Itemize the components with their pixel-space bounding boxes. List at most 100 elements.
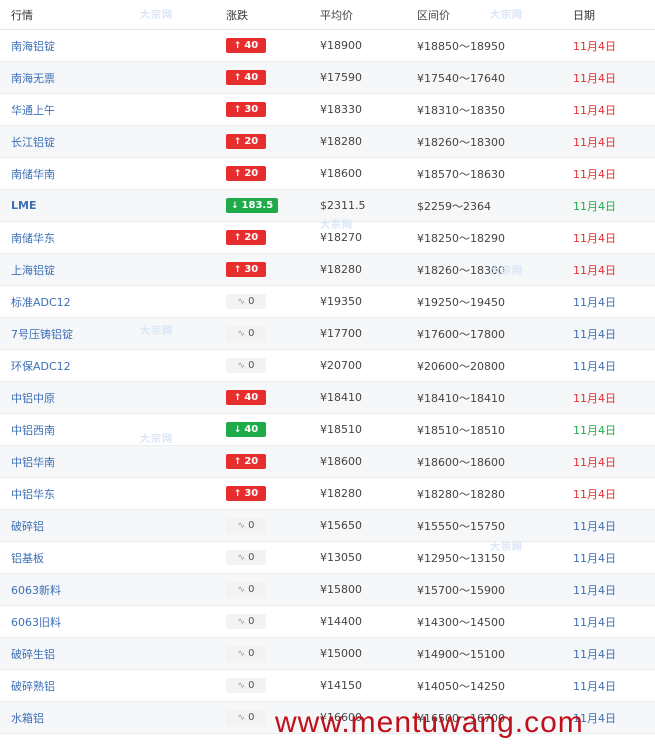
table-row: 中铝华东 ↑ 30 ¥18280 ¥18280～18280 11月4日 xyxy=(0,478,655,510)
market-name-link[interactable]: 铝基板 xyxy=(11,552,44,565)
market-name-link[interactable]: 上海铝锭 xyxy=(11,264,55,277)
market-name-link[interactable]: 南储华东 xyxy=(11,232,55,245)
flat-wave-icon: ∿ xyxy=(237,296,246,307)
change-value: 0 xyxy=(248,360,255,372)
price-range: ¥18260～18300 xyxy=(417,263,505,277)
change-value: 0 xyxy=(248,648,255,660)
market-name-link[interactable]: 华通上午 xyxy=(11,104,55,117)
market-name-link[interactable]: LME xyxy=(11,199,36,212)
price-range: ¥20600～20800 xyxy=(417,359,505,373)
date-cell: 11月4日 xyxy=(573,263,616,277)
avg-price: ¥16600 xyxy=(320,711,362,724)
market-name-link[interactable]: 中铝华南 xyxy=(11,456,55,469)
price-range: ¥18250～18290 xyxy=(417,231,505,245)
market-name-cell: 6063旧料 xyxy=(0,614,213,630)
date-cell: 11月4日 xyxy=(573,551,616,565)
table-row: 7号压铸铝锭 ∿ 0 ¥17700 ¥17600～17800 11月4日 xyxy=(0,318,655,350)
arrow-up-icon: ↑ xyxy=(233,168,242,179)
price-range: ¥16500～16700 xyxy=(417,711,505,725)
change-value: 20 xyxy=(244,456,259,468)
market-name-link[interactable]: 破碎生铝 xyxy=(11,648,55,661)
flat-wave-icon: ∿ xyxy=(237,584,246,595)
change-cell: ↓ 40 xyxy=(213,422,309,438)
market-name-cell: 中铝西南 xyxy=(0,422,213,438)
date-cell: 11月4日 xyxy=(573,231,616,245)
change-cell: ↑ 40 xyxy=(213,38,309,54)
header-name: 行情 xyxy=(11,8,33,22)
date-cell: 11月4日 xyxy=(573,103,616,117)
market-name-link[interactable]: 破碎铝 xyxy=(11,520,44,533)
change-cell: ∿ 0 xyxy=(213,646,309,662)
change-value: 0 xyxy=(248,296,255,308)
change-badge: ↑ 20 xyxy=(226,166,266,182)
date-cell: 11月4日 xyxy=(573,71,616,85)
avg-price: ¥14150 xyxy=(320,679,362,692)
date-cell: 11月4日 xyxy=(573,487,616,501)
table-row: 中铝华南 ↑ 20 ¥18600 ¥18600～18600 11月4日 xyxy=(0,446,655,478)
arrow-down-icon: ↓ xyxy=(233,424,242,435)
market-name-link[interactable]: 标准ADC12 xyxy=(11,296,71,309)
avg-price: ¥18270 xyxy=(320,231,362,244)
change-value: 0 xyxy=(248,520,255,532)
market-name-link[interactable]: 破碎熟铝 xyxy=(11,680,55,693)
flat-wave-icon: ∿ xyxy=(237,616,246,627)
change-cell: ↑ 30 xyxy=(213,262,309,278)
table-row: 破碎铝 ∿ 0 ¥15650 ¥15550～15750 11月4日 xyxy=(0,510,655,542)
market-name-cell: 水箱铝 xyxy=(0,710,213,726)
change-cell: ↑ 40 xyxy=(213,390,309,406)
change-cell: ↑ 30 xyxy=(213,102,309,118)
change-value: 30 xyxy=(244,488,259,500)
change-badge: ∿ 0 xyxy=(226,294,266,310)
change-badge: ∿ 0 xyxy=(226,358,266,374)
market-name-link[interactable]: 中铝西南 xyxy=(11,424,55,437)
change-value: 0 xyxy=(248,712,255,724)
market-name-cell: 南储华南 xyxy=(0,166,213,182)
market-name-link[interactable]: 长江铝锭 xyxy=(11,136,55,149)
change-badge: ↑ 40 xyxy=(226,38,266,54)
flat-wave-icon: ∿ xyxy=(237,712,246,723)
change-cell: ∿ 0 xyxy=(213,710,309,726)
market-name-link[interactable]: 南海铝锭 xyxy=(11,40,55,53)
price-range: ¥18510～18510 xyxy=(417,423,505,437)
market-name-link[interactable]: 中铝华东 xyxy=(11,488,55,501)
change-value: 40 xyxy=(244,424,259,436)
avg-price: ¥19350 xyxy=(320,295,362,308)
market-name-cell: 中铝华南 xyxy=(0,454,213,470)
change-badge: ↑ 40 xyxy=(226,390,266,406)
market-name-link[interactable]: 中铝中原 xyxy=(11,392,55,405)
table-row: 南储华东 ↑ 20 ¥18270 ¥18250～18290 11月4日 xyxy=(0,222,655,254)
change-cell: ∿ 0 xyxy=(213,518,309,534)
table-body: 南海铝锭 ↑ 40 ¥18900 ¥18850～18950 11月4日 南海无票 ↑ 40 ¥17… xyxy=(0,30,655,734)
arrow-up-icon: ↑ xyxy=(233,136,242,147)
market-name-link[interactable]: 7号压铸铝锭 xyxy=(11,328,73,341)
table-row: LME ↓ 183.5 $2311.5 $2259～2364 11月4日 xyxy=(0,190,655,222)
avg-price: ¥18280 xyxy=(320,263,362,276)
market-name-cell: 上海铝锭 xyxy=(0,262,213,278)
change-badge: ∿ 0 xyxy=(226,582,266,598)
flat-wave-icon: ∿ xyxy=(237,520,246,531)
table-row: 破碎熟铝 ∿ 0 ¥14150 ¥14050～14250 11月4日 xyxy=(0,670,655,702)
flat-wave-icon: ∿ xyxy=(237,648,246,659)
avg-price: ¥18280 xyxy=(320,487,362,500)
table-row: 中铝西南 ↓ 40 ¥18510 ¥18510～18510 11月4日 xyxy=(0,414,655,446)
avg-price: ¥18600 xyxy=(320,167,362,180)
market-name-link[interactable]: 南储华南 xyxy=(11,168,55,181)
market-name-link[interactable]: 6063新料 xyxy=(11,584,61,597)
market-name-link[interactable]: 6063旧料 xyxy=(11,616,61,629)
change-value: 40 xyxy=(244,392,259,404)
market-name-link[interactable]: 南海无票 xyxy=(11,72,55,85)
header-change: 涨跌 xyxy=(226,8,248,22)
arrow-up-icon: ↑ xyxy=(233,488,242,499)
table-row: 上海铝锭 ↑ 30 ¥18280 ¥18260～18300 11月4日 xyxy=(0,254,655,286)
change-cell: ∿ 0 xyxy=(213,614,309,630)
market-name-link[interactable]: 水箱铝 xyxy=(11,712,44,725)
table-row: 中铝中原 ↑ 40 ¥18410 ¥18410～18410 11月4日 xyxy=(0,382,655,414)
market-name-link[interactable]: 环保ADC12 xyxy=(11,360,71,373)
change-badge: ∿ 0 xyxy=(226,614,266,630)
change-badge: ↑ 30 xyxy=(226,102,266,118)
table-row: 南储华南 ↑ 20 ¥18600 ¥18570～18630 11月4日 xyxy=(0,158,655,190)
avg-price: ¥15800 xyxy=(320,583,362,596)
change-badge: ∿ 0 xyxy=(226,678,266,694)
change-badge: ∿ 0 xyxy=(226,326,266,342)
date-cell: 11月4日 xyxy=(573,359,616,373)
